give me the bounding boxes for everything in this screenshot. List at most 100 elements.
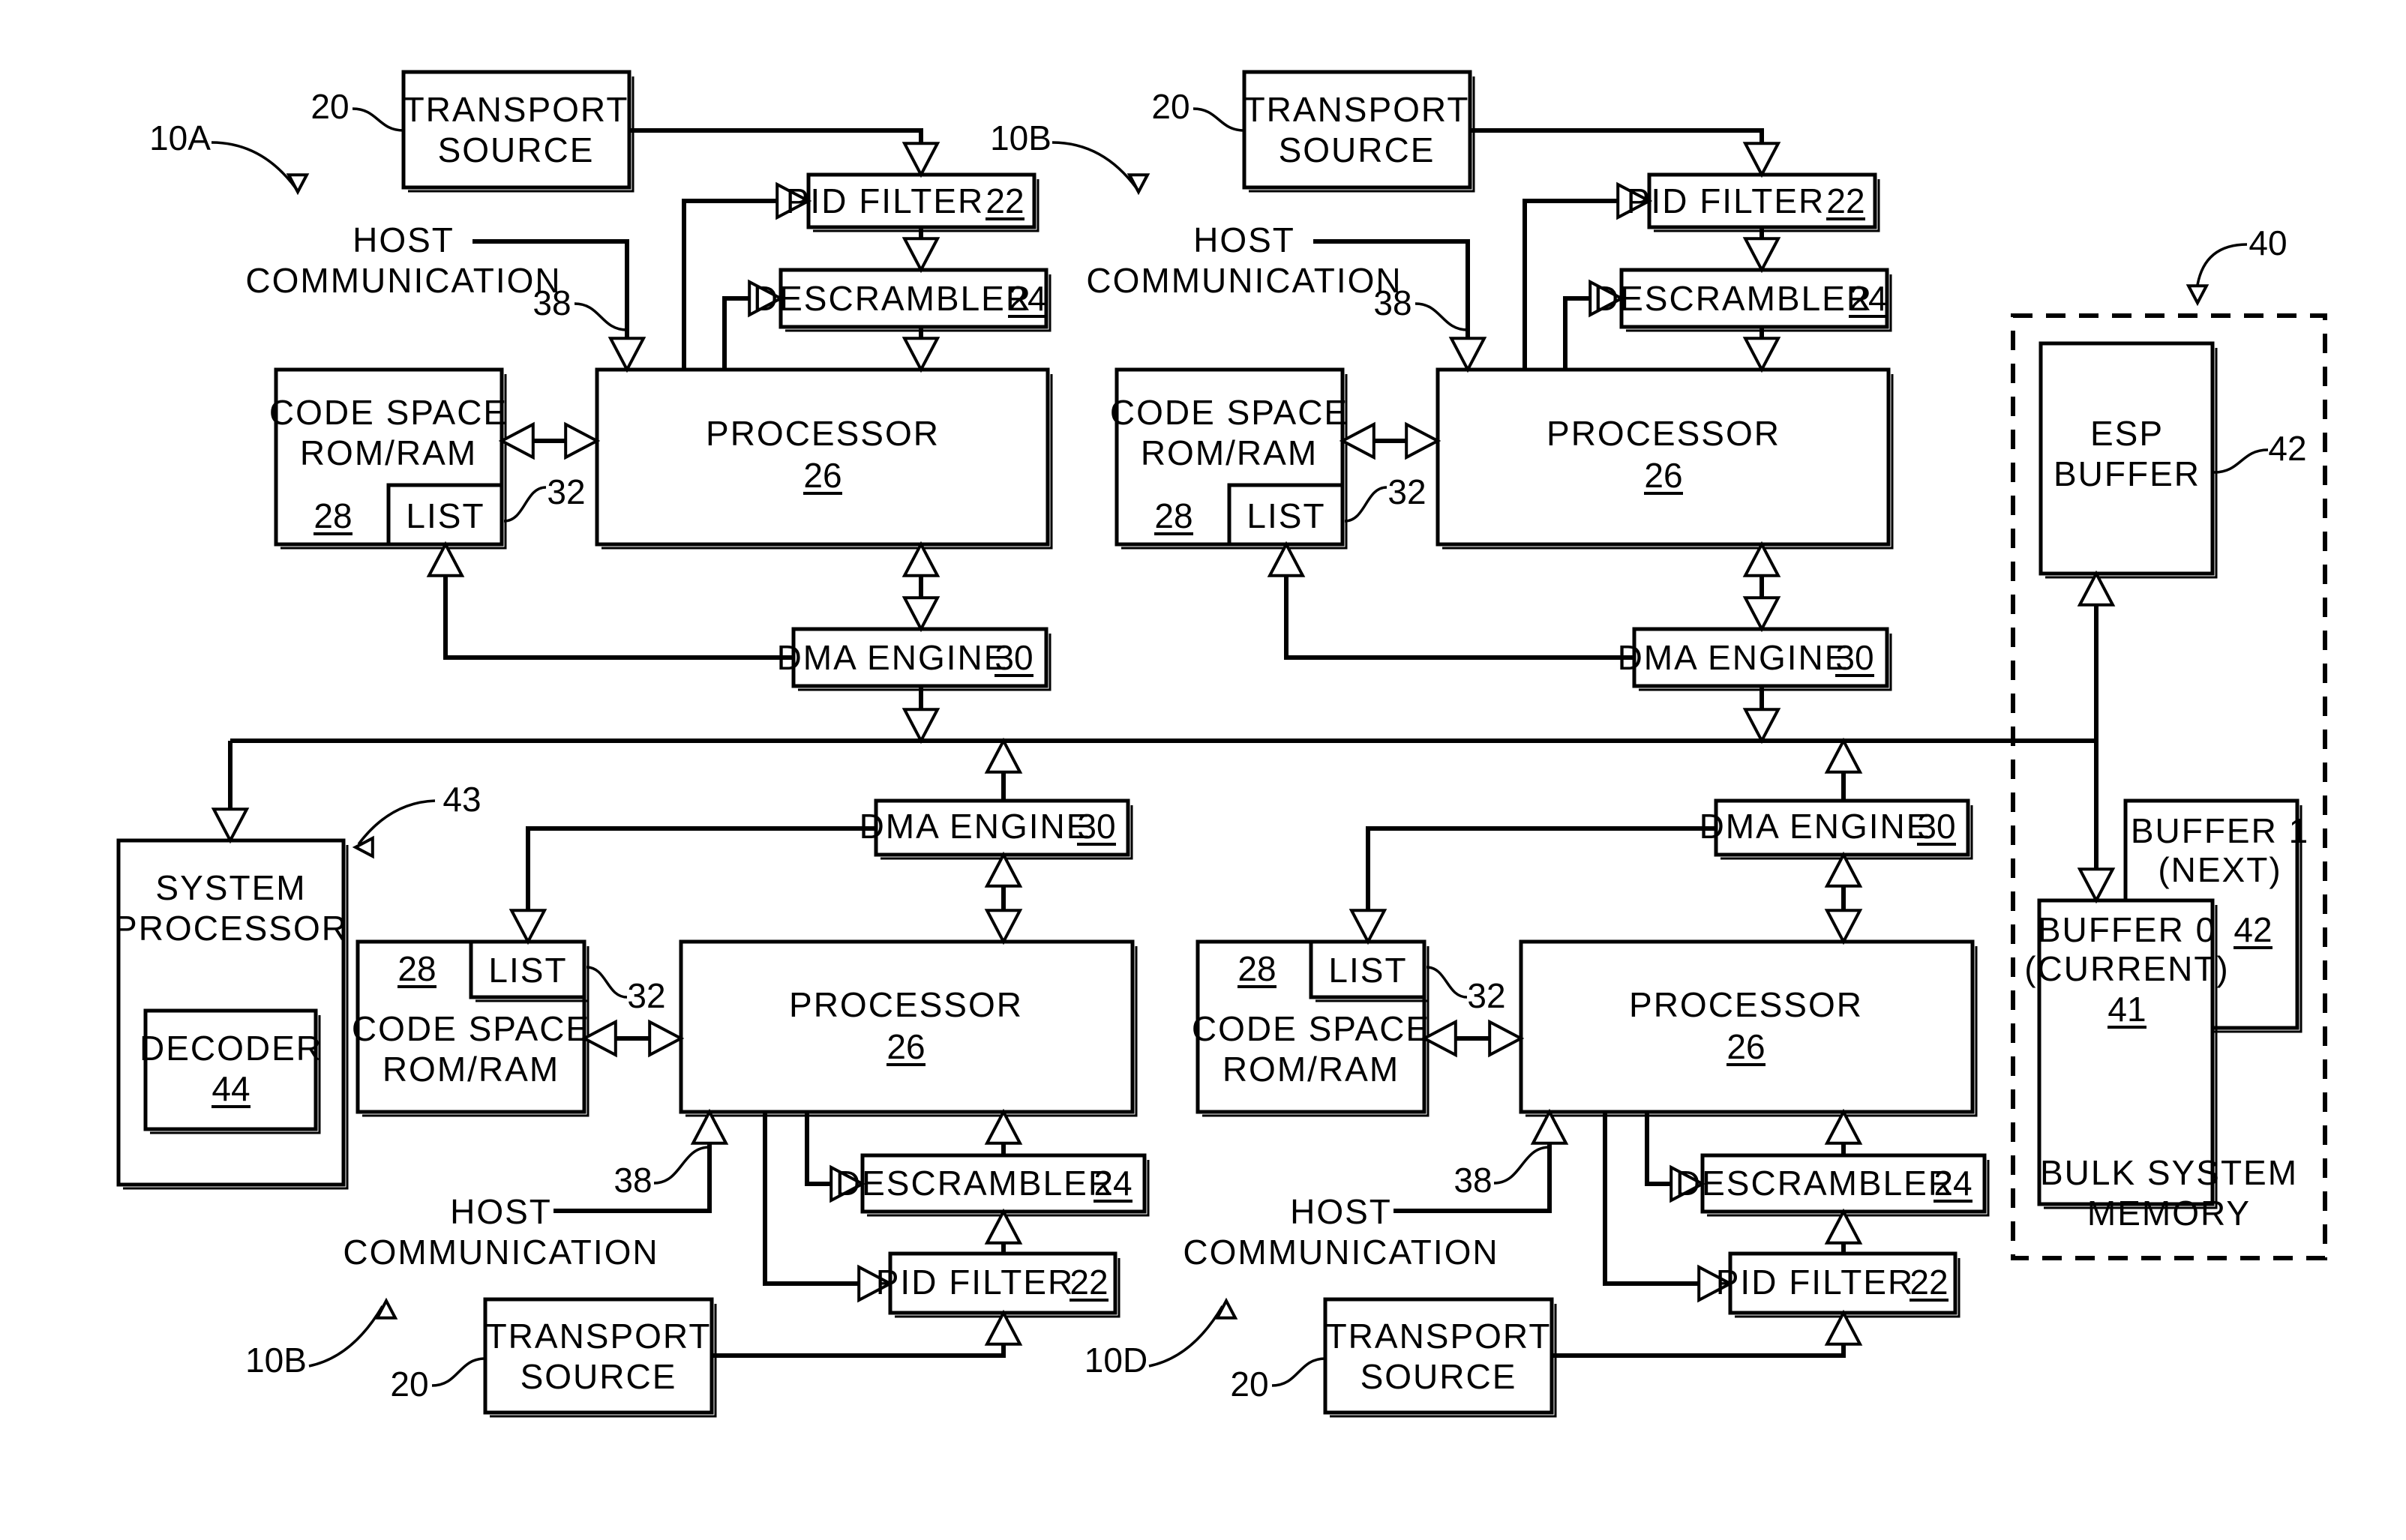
module-10D-arrow-proc-in xyxy=(1488,1019,1525,1058)
module-10B-bottom-host-leader xyxy=(653,1146,710,1185)
system-processor-pointer-head xyxy=(352,835,374,859)
module-10D-arrow-bus-up xyxy=(1824,737,1863,774)
module-10B-top-dma-ref: 30 xyxy=(1835,638,1874,677)
bulk-memory-pointer xyxy=(2196,243,2248,286)
system-processor-pointer xyxy=(357,799,436,846)
module-10B-top-pid-ref: 22 xyxy=(1826,181,1864,220)
buffer0-label-2: (CURRENT) xyxy=(2024,949,2230,988)
module-10D-dma-ref: 30 xyxy=(1917,807,1955,846)
module-10B-bottom-module-pointer xyxy=(308,1305,384,1368)
module-10D-transport-leader xyxy=(1271,1357,1326,1387)
module-10A-proc-label: PROCESSOR xyxy=(706,414,940,453)
module-10B-top-arrow-pid-in xyxy=(1742,142,1781,178)
bulk-memory-ref: 40 xyxy=(2248,223,2287,262)
module-10B-top-arrow-proc-in xyxy=(1742,337,1781,373)
module-10D-wire-dma-list xyxy=(1366,826,1716,910)
module-10A-code-label-1: CODE SPACE xyxy=(269,393,508,432)
module-10D-dma-label: DMA ENGINE xyxy=(1700,807,1931,846)
module-10A-arrow-proc-in xyxy=(902,337,940,373)
module-10A-host-ref: 38 xyxy=(532,283,571,322)
module-10A-transport-leader xyxy=(352,107,404,132)
module-10B-bottom-wire-ts-pid xyxy=(712,1344,1006,1358)
module-10D-transport-label-1: TRANSPORT xyxy=(1326,1317,1552,1356)
module-10A-desc-label: DESCRAMBLER xyxy=(753,279,1032,318)
module-10B-top-transport-leader xyxy=(1192,107,1245,132)
module-10D-proc-ref: 26 xyxy=(1726,1027,1765,1066)
module-10B-bottom-dma-ref: 30 xyxy=(1077,807,1115,846)
decoder-label: DECODER xyxy=(140,1029,322,1068)
system-processor-ref: 43 xyxy=(442,780,481,819)
module-10D-list-ref: 32 xyxy=(1467,976,1505,1015)
module-10A-pid-label: PID FILTER xyxy=(786,181,985,220)
module-10B-bottom-desc-label: DESCRAMBLER xyxy=(836,1164,1114,1203)
module-10B-top-code-label-1: CODE SPACE xyxy=(1110,393,1348,432)
module-10B-bottom-wire-dma-list xyxy=(526,826,876,910)
module-10B-top-host-label-2: COMMUNICATION xyxy=(1086,261,1402,300)
module-10B-bottom-transport-leader xyxy=(431,1357,486,1387)
module-10A-wire-dma-list xyxy=(443,576,794,660)
module-10B-top-host-ref: 38 xyxy=(1373,283,1412,322)
module-10D-proc-label: PROCESSOR xyxy=(1629,985,1863,1024)
module-10B-bottom-list-leader xyxy=(586,966,628,999)
module-10D-host-label-1: HOST xyxy=(1290,1192,1392,1231)
module-10B-top-proc-label: PROCESSOR xyxy=(1546,414,1780,453)
module-10A-module-pointer xyxy=(211,141,298,190)
module-10B-bottom-host-label-2: COMMUNICATION xyxy=(343,1233,658,1272)
module-10A-transport-ref: 20 xyxy=(310,87,349,126)
buffer1-label-2: (NEXT) xyxy=(2158,850,2282,889)
module-10B-bottom-arrow-proc-down xyxy=(984,909,1023,945)
module-10B-bottom-arrow-proc-in xyxy=(648,1019,685,1058)
decoder-ref: 44 xyxy=(212,1069,250,1108)
module-10A-list-ref: 32 xyxy=(547,472,585,511)
module-10A-list-leader xyxy=(503,486,547,523)
module-10B-top-arrow-proc-left-in xyxy=(1405,421,1442,460)
module-10D-pid-label: PID FILTER xyxy=(1716,1263,1915,1302)
module-10D-desc-ref: 24 xyxy=(1934,1164,1972,1203)
module-10B-bottom-arrow-list-in xyxy=(508,909,548,945)
module-10B-top-dma-label: DMA ENGINE xyxy=(1618,638,1850,677)
module-10B-bottom-transport-ref: 20 xyxy=(390,1365,428,1404)
module-10D-list-leader xyxy=(1426,966,1468,999)
module-10A-transport-label-2: SOURCE xyxy=(438,130,595,169)
module-10A-host-leader xyxy=(574,302,628,331)
module-10B-top-desc-label: DESCRAMBLER xyxy=(1594,279,1873,318)
module-10B-top-desc-ref: 24 xyxy=(1849,279,1887,318)
module-10A-wire-proc-desc xyxy=(722,296,750,370)
module-10B-top-proc-ref: 26 xyxy=(1644,456,1682,495)
module-10B-bottom-code-label-2: ROM/RAM xyxy=(382,1050,560,1089)
module-10B-bottom-transport-label-2: SOURCE xyxy=(520,1357,677,1396)
module-10B-top-pid-label: PID FILTER xyxy=(1627,181,1826,220)
module-10B-top-transport-label-2: SOURCE xyxy=(1279,130,1436,169)
module-10B-bottom-module-ref: 10B xyxy=(245,1341,307,1380)
module-10B-top-wire-proc-desc xyxy=(1563,296,1591,370)
module-10B-top-transport-ref: 20 xyxy=(1151,87,1190,126)
module-10D-pid-ref: 22 xyxy=(1910,1263,1948,1302)
module-10D-wire-proc-desc xyxy=(1645,1112,1672,1186)
module-10D-arrow-list-in xyxy=(1348,909,1388,945)
module-10B-bottom-wire-proc-desc xyxy=(805,1112,832,1186)
module-10B-bottom-code-ref: 28 xyxy=(398,949,436,988)
module-10D-arrow-proc-down xyxy=(1824,909,1863,945)
module-10B-top-list-leader xyxy=(1344,486,1388,523)
module-10A-transport-label-1: TRANSPORT xyxy=(404,90,629,129)
system-processor-label-1: SYSTEM xyxy=(155,868,306,907)
module-10B-bottom-code-label-1: CODE SPACE xyxy=(352,1009,590,1048)
module-10D-desc-label: DESCRAMBLER xyxy=(1676,1164,1954,1203)
module-10A-arrow-bus-down xyxy=(902,708,940,745)
bulk-memory-pointer-head xyxy=(2186,284,2210,307)
module-10B-top-wire-ts-pid xyxy=(1470,128,1764,142)
module-10D-module-pointer xyxy=(1148,1305,1224,1368)
module-10B-top-list-label: LIST xyxy=(1246,496,1325,535)
module-10A-proc-ref: 26 xyxy=(803,456,842,495)
module-10B-top-arrow-host-in xyxy=(1448,337,1487,373)
module-10B-top-list-ref: 32 xyxy=(1388,472,1426,511)
module-10B-bottom-list-label: LIST xyxy=(488,951,567,990)
module-10A-wire-ts-pid xyxy=(629,128,923,142)
system-processor-label-2: PROCESSOR xyxy=(114,909,348,948)
module-10B-top-transport-label-1: TRANSPORT xyxy=(1244,90,1470,129)
module-10D-module-ref: 10D xyxy=(1084,1341,1148,1380)
arrow-system-processor-in xyxy=(211,807,250,844)
module-10A-module-ref: 10A xyxy=(149,118,211,157)
module-10A-desc-ref: 24 xyxy=(1008,279,1046,318)
module-10D-code-ref: 28 xyxy=(1238,949,1276,988)
